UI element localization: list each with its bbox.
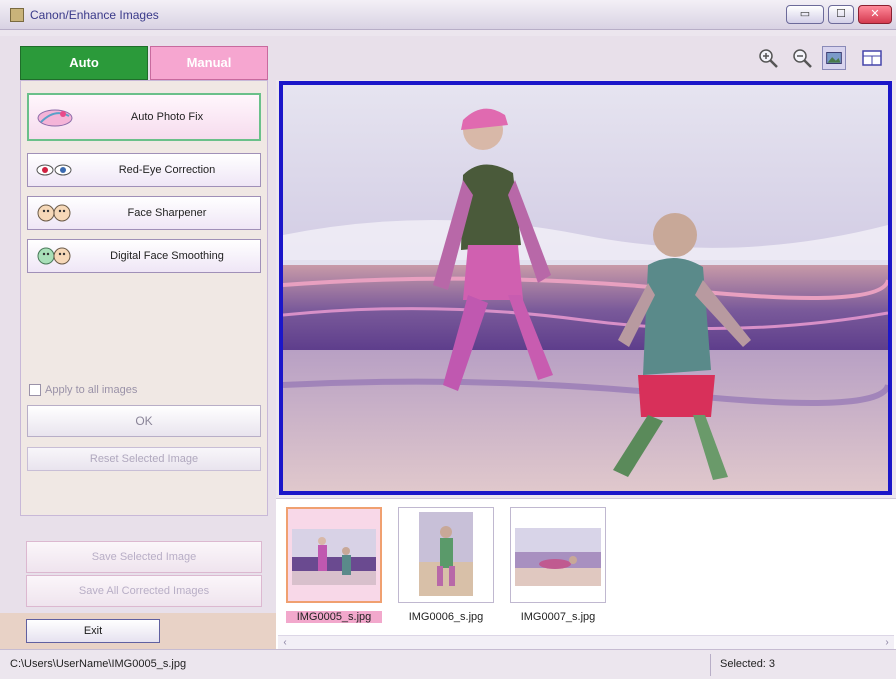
tab-manual[interactable]: Manual	[150, 46, 268, 80]
digital-face-smoothing-label: Digital Face Smoothing	[110, 250, 224, 262]
title-bar: Canon/Enhance Images ▭ ☐ ✕	[0, 0, 896, 30]
status-divider	[710, 654, 711, 676]
red-eye-icon	[36, 164, 72, 176]
apply-all-label: Apply to all images	[45, 384, 138, 396]
face-smoothing-icon	[37, 247, 71, 265]
preview-photo	[283, 85, 888, 491]
apply-all-checkbox[interactable]: Apply to all images	[29, 384, 137, 396]
reset-selected-image-button[interactable]: Reset Selected Image	[27, 447, 261, 471]
window-title: Canon/Enhance Images	[30, 8, 159, 22]
auto-photo-fix-label: Auto Photo Fix	[130, 111, 204, 123]
checkbox-box[interactable]	[29, 384, 41, 396]
red-eye-correction-button[interactable]: Red-Eye Correction	[27, 153, 261, 187]
thumbnail-frame	[398, 507, 494, 603]
save-all-corrected-images-button[interactable]: Save All Corrected Images	[26, 575, 262, 607]
tab-auto[interactable]: Auto	[20, 46, 148, 80]
status-file-path: C:\Users\UserName\IMG0005_s.jpg	[10, 658, 187, 670]
exit-button[interactable]: Exit	[26, 619, 160, 643]
thumbnail-frame	[286, 507, 382, 603]
horizontal-scrollbar[interactable]: ‹ ›	[278, 635, 894, 649]
image-preview[interactable]	[279, 81, 892, 495]
thumbnail-strip: IMG0005_s.jpg IMG0006_s.jpg IMG0007_s.jp…	[276, 498, 896, 649]
face-sharpener-label: Face Sharpener	[127, 207, 207, 219]
maximize-button[interactable]: ☐	[828, 5, 854, 24]
thumbnail-image	[419, 512, 473, 596]
thumbnail-image	[292, 529, 376, 585]
thumbnail-item[interactable]: IMG0007_s.jpg	[510, 507, 606, 631]
face-sharpener-button[interactable]: Face Sharpener	[27, 196, 261, 230]
status-bar: C:\Users\UserName\IMG0005_s.jpg Selected…	[0, 649, 896, 679]
exit-area: Exit	[0, 613, 276, 649]
thumbnail-item[interactable]: IMG0005_s.jpg	[286, 507, 382, 631]
single-view-icon[interactable]	[822, 46, 846, 70]
save-selected-image-button[interactable]: Save Selected Image	[26, 541, 262, 573]
thumbnail-caption: IMG0007_s.jpg	[520, 611, 596, 623]
right-panel: IMG0005_s.jpg IMG0006_s.jpg IMG0007_s.jp…	[276, 36, 896, 649]
view-toolbar	[276, 36, 896, 80]
app-icon	[10, 8, 24, 22]
thumbnail-item[interactable]: IMG0006_s.jpg	[398, 507, 494, 631]
multi-view-icon[interactable]	[860, 46, 884, 70]
scroll-right-icon[interactable]: ›	[880, 636, 894, 649]
thumbnail-caption: IMG0005_s.jpg	[286, 611, 382, 623]
zoom-out-icon[interactable]	[790, 46, 814, 70]
close-button[interactable]: ✕	[858, 5, 892, 24]
auto-tab-panel: Auto Photo Fix Red-Eye Correction Face S…	[20, 80, 268, 516]
ok-button[interactable]: OK	[27, 405, 261, 437]
auto-photo-fix-icon	[37, 109, 73, 127]
thumbnail-image	[515, 528, 601, 586]
status-selected-count: Selected: 3	[720, 658, 776, 670]
thumbnail-caption: IMG0006_s.jpg	[408, 611, 484, 623]
minimize-button[interactable]: ▭	[786, 5, 824, 24]
left-panel: Auto Manual Auto Photo Fix Red-Eye Corre…	[0, 36, 276, 649]
thumbnail-frame	[510, 507, 606, 603]
scroll-left-icon[interactable]: ‹	[278, 636, 292, 649]
zoom-in-icon[interactable]	[756, 46, 780, 70]
auto-photo-fix-button[interactable]: Auto Photo Fix	[27, 93, 261, 141]
red-eye-correction-label: Red-Eye Correction	[118, 164, 216, 176]
face-sharpener-icon	[37, 204, 71, 222]
digital-face-smoothing-button[interactable]: Digital Face Smoothing	[27, 239, 261, 273]
